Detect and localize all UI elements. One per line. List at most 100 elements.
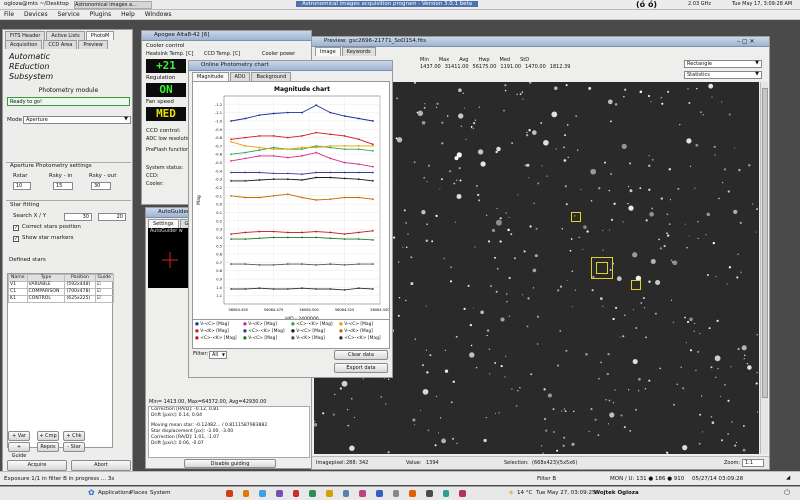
launcher-icon[interactable] <box>342 490 350 497</box>
tab-magnitude[interactable]: Magnitude <box>192 72 229 81</box>
menu-help[interactable]: Help <box>121 11 135 18</box>
shape-select[interactable]: Rectangle ▼ <box>684 60 762 68</box>
cooler-status-label: Cooler: <box>146 181 164 187</box>
star <box>580 189 582 191</box>
tab-adu[interactable]: ADU <box>229 72 251 81</box>
launcher-icon[interactable] <box>426 490 433 497</box>
star-marker-k1[interactable] <box>571 212 581 222</box>
launcher-icon[interactable] <box>326 490 333 497</box>
add-chk-button[interactable]: + Chk <box>63 431 85 441</box>
menu-windows[interactable]: Windows <box>145 11 172 18</box>
filter-select[interactable]: All ▼ <box>209 351 227 359</box>
search-y-input[interactable]: 20 <box>98 213 126 221</box>
col-name[interactable]: Name <box>8 274 28 282</box>
tab-acquisition[interactable]: Acquisition <box>5 40 43 49</box>
add-cmp-button[interactable]: + Cmp <box>37 431 59 441</box>
terminal-task[interactable]: ogloza@mts ~/Desktop <box>4 1 69 7</box>
add-guide-button[interactable]: + Guide <box>8 442 30 459</box>
launcher-icon[interactable] <box>442 490 450 497</box>
minimize-icon[interactable]: – <box>737 38 740 45</box>
tab-ccd-area[interactable]: CCD Area <box>43 40 78 49</box>
launcher-icon[interactable] <box>226 490 233 497</box>
export-data-button[interactable]: Export data <box>334 363 388 373</box>
launcher-icon[interactable] <box>292 490 300 497</box>
legend-item: ● V-<K> [Mag] <box>243 321 291 328</box>
tab-photom[interactable]: PhotoM <box>85 31 115 40</box>
tab-settings[interactable]: Settings <box>148 219 179 228</box>
maximize-icon[interactable]: ▢ <box>742 38 748 45</box>
star <box>505 355 507 357</box>
col-type[interactable]: Type <box>26 274 66 282</box>
correct-stars-checkbox[interactable]: ✓ <box>13 225 19 231</box>
applications-menu[interactable]: Applications <box>98 490 132 496</box>
rstar-input[interactable]: 10 <box>13 182 31 190</box>
tab-background[interactable]: Background <box>251 72 292 81</box>
menu-file[interactable]: File <box>4 11 14 18</box>
launcher-icon[interactable] <box>309 490 317 497</box>
tab-keywords[interactable]: Keywords <box>341 47 376 56</box>
acquire-button[interactable]: Acquire <box>7 460 67 471</box>
disable-guiding-button[interactable]: Disable guiding <box>184 459 276 468</box>
rsky-out-input[interactable]: 30 <box>91 182 111 190</box>
menu-plugins[interactable]: Plugins <box>90 11 112 18</box>
menu-devices[interactable]: Devices <box>24 11 48 18</box>
places-menu[interactable]: Places <box>130 490 148 496</box>
close-icon[interactable]: ✕ <box>750 38 755 45</box>
repos-button[interactable]: Repos <box>37 442 59 452</box>
launcher-icon[interactable] <box>242 490 250 497</box>
remove-star-button[interactable]: - Star <box>63 442 85 452</box>
star <box>455 179 458 181</box>
guide-checkbox[interactable]: ☑ <box>94 281 115 289</box>
clear-data-button[interactable]: Clear data <box>334 350 388 360</box>
search-x-input[interactable]: 30 <box>64 213 92 221</box>
star-marker-c1[interactable] <box>631 280 641 290</box>
stats-select[interactable]: Statistics ▼ <box>684 71 762 79</box>
launcher-icon[interactable] <box>376 490 383 497</box>
launcher-icon[interactable] <box>392 490 400 497</box>
zoom-select[interactable]: 1:1 <box>742 459 764 467</box>
col-position[interactable]: Position <box>64 274 96 282</box>
rsky-in-input[interactable]: 15 <box>53 182 73 190</box>
power-icon[interactable]: ⏻ <box>784 488 790 498</box>
taskbar-clock[interactable]: Tue May 27, 03:09:25 <box>536 490 595 496</box>
abort-button[interactable]: Abort <box>71 460 131 471</box>
app-task[interactable]: Astronomical images a... <box>74 1 152 9</box>
launcher-icon[interactable] <box>359 490 367 497</box>
col-guide[interactable]: Guide <box>94 274 115 282</box>
data-point <box>230 153 232 156</box>
vertical-scrollbar[interactable] <box>760 82 768 454</box>
user-name[interactable]: Wojtek Ogloza <box>594 490 639 496</box>
launcher-icon[interactable] <box>259 490 267 497</box>
tab-image[interactable]: Image <box>315 47 341 56</box>
star <box>632 359 638 365</box>
gnome-foot-icon[interactable]: ✿ <box>88 488 95 497</box>
tab-active-lists[interactable]: Active Lists <box>46 31 85 40</box>
table-row[interactable]: C1 COMPARISON (700x478) ☑ <box>8 288 115 296</box>
data-point <box>230 263 232 265</box>
guide-checkbox[interactable]: ☑ <box>94 295 115 303</box>
table-row[interactable]: K1 CONTROL (625x225) ☑ <box>8 295 115 303</box>
star <box>456 193 462 200</box>
stat-headers: Min Max Avg Hwp Med StD <box>420 57 570 64</box>
data-point <box>329 198 332 201</box>
menu-service[interactable]: Service <box>58 11 80 18</box>
tab-preview[interactable]: Preview <box>78 40 108 49</box>
mode-select[interactable]: Aperture ▼ <box>23 116 131 124</box>
star <box>488 348 491 351</box>
star <box>648 280 651 283</box>
table-row[interactable]: V1 VARIABLE (592x448) ☑ <box>8 281 115 289</box>
launcher-icon[interactable] <box>409 490 417 497</box>
system-menu[interactable]: System <box>150 490 171 496</box>
launcher-icon[interactable] <box>459 490 467 497</box>
scrollbar-thumb[interactable] <box>762 88 768 398</box>
show-markers-checkbox[interactable]: ✓ <box>13 236 19 242</box>
star <box>680 366 683 369</box>
launcher-icon[interactable] <box>276 490 283 497</box>
guide-checkbox[interactable]: ☑ <box>94 288 115 296</box>
tab-fits-header[interactable]: FITS Header <box>5 31 46 40</box>
chevron-down-icon: ▼ <box>755 71 759 77</box>
add-var-button[interactable]: + Var <box>8 431 30 441</box>
resize-grip-icon[interactable]: ◢ <box>786 471 790 485</box>
star <box>727 433 729 435</box>
cooler-control-label: Cooler control <box>146 43 185 49</box>
